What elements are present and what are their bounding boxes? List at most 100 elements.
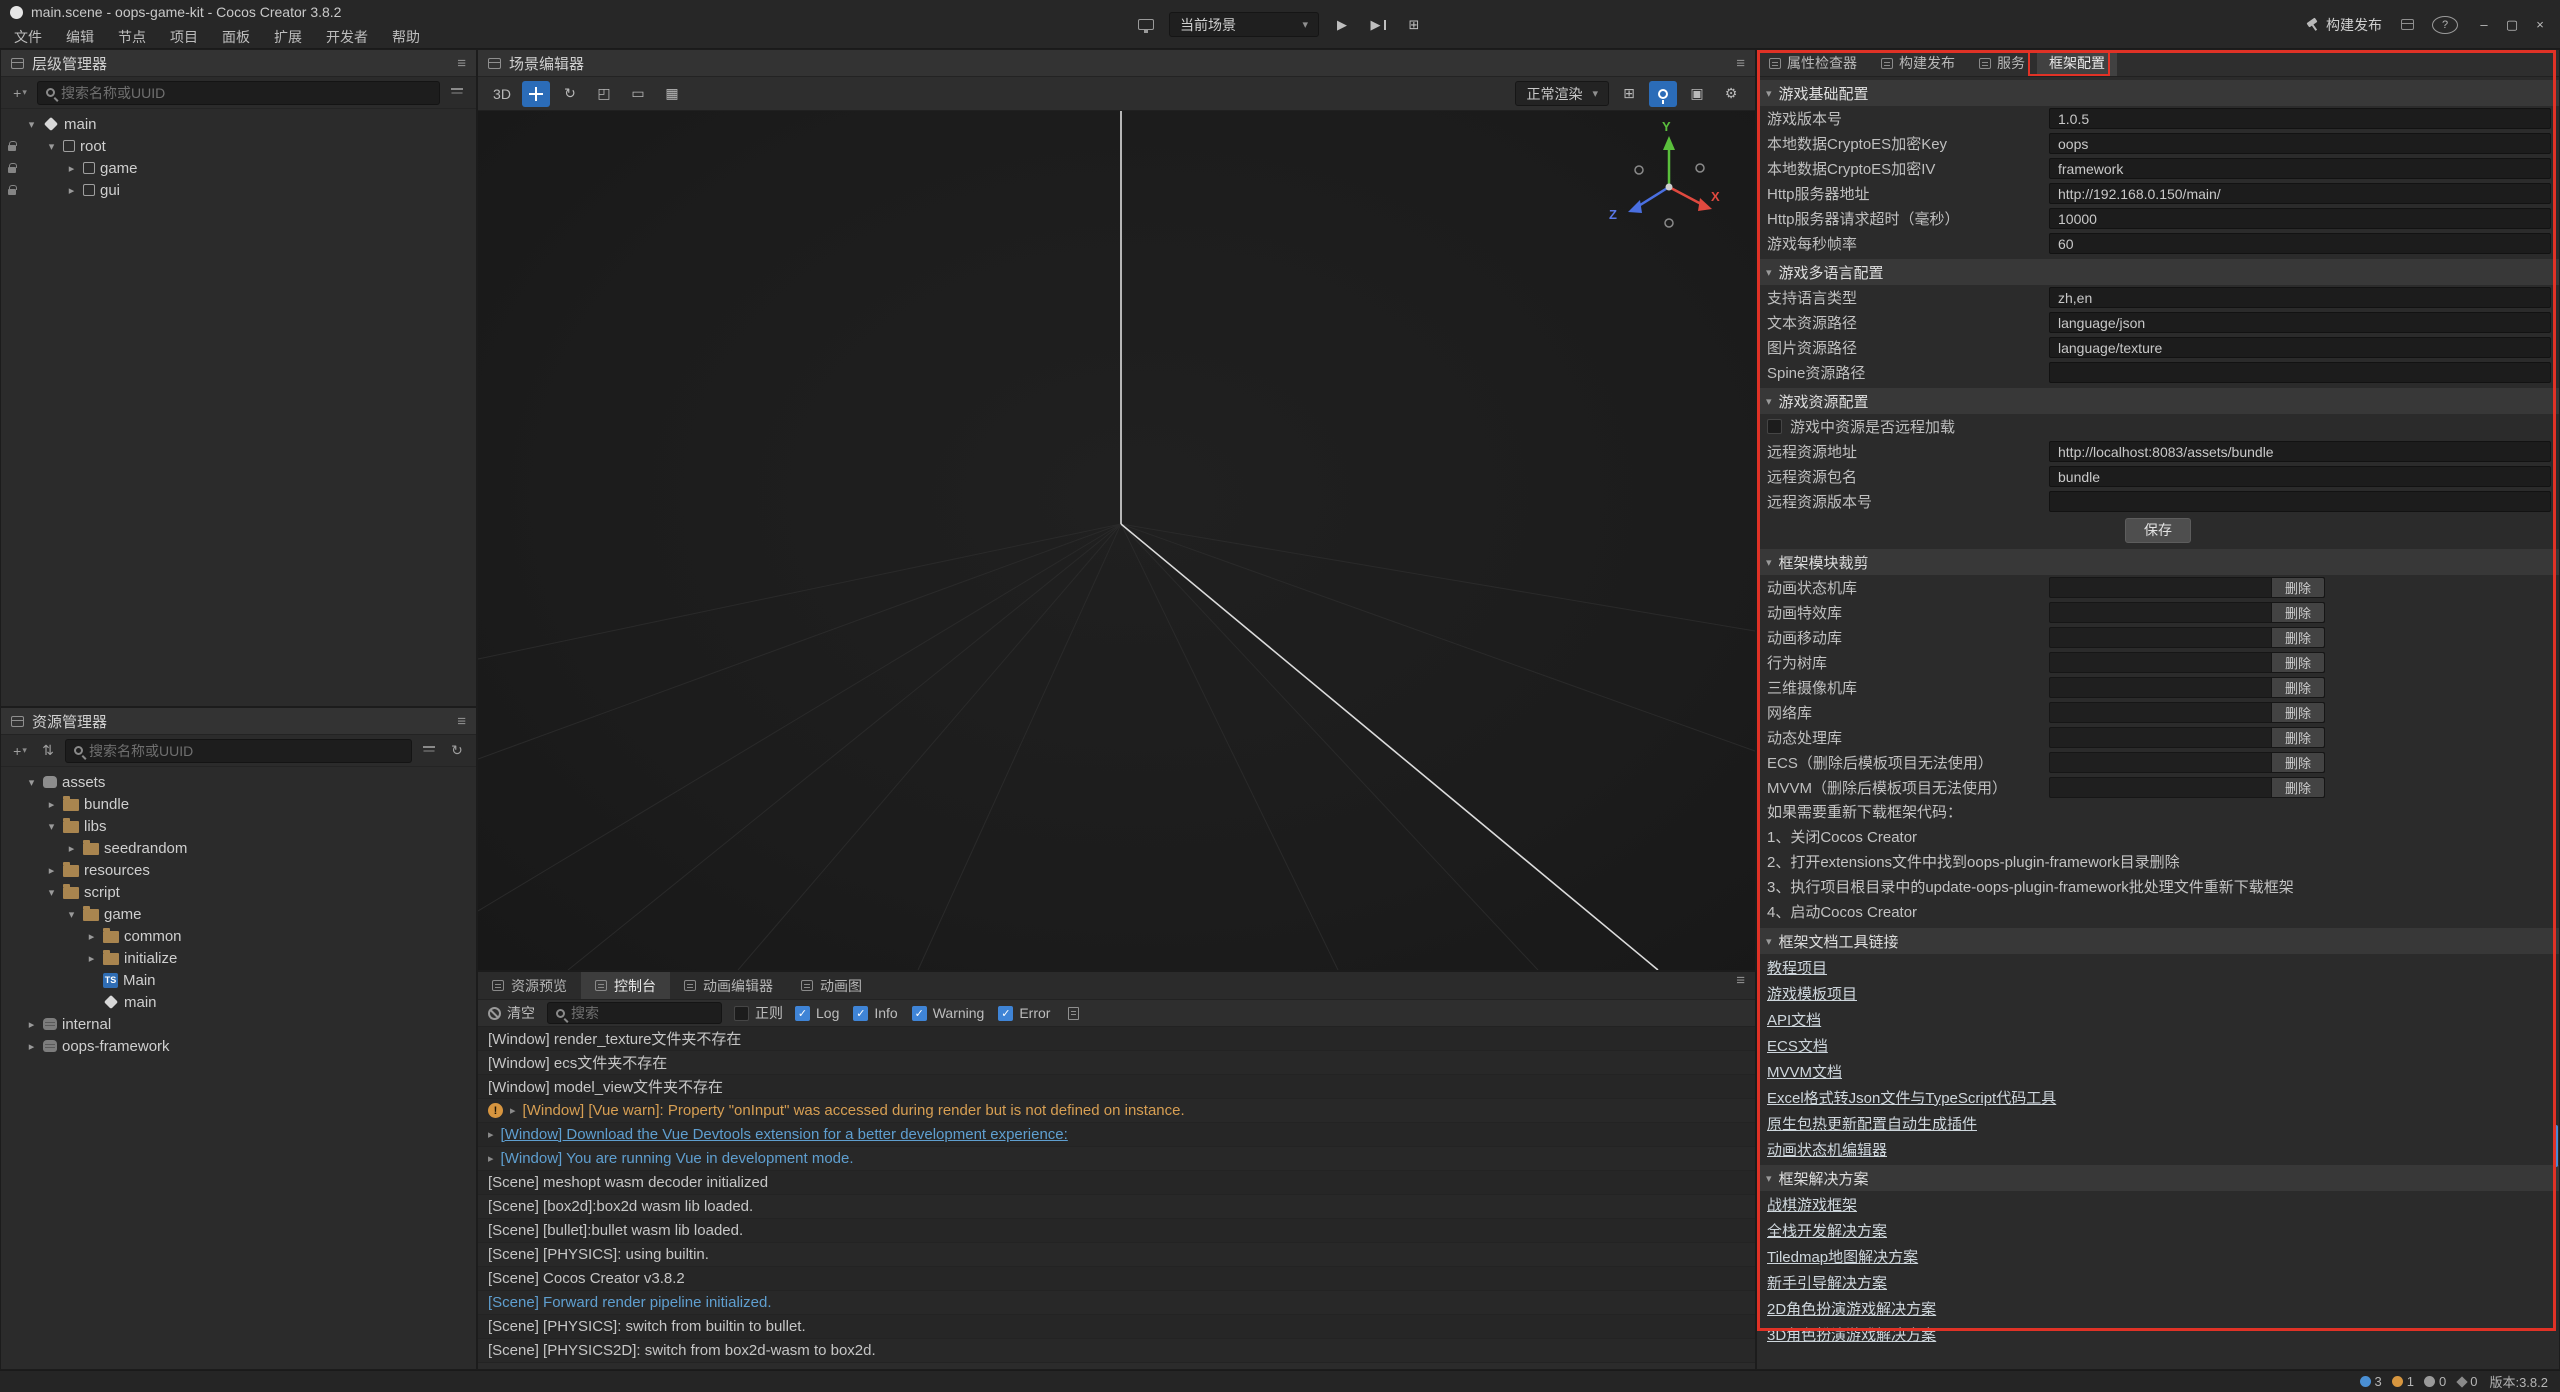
scale-tool-button[interactable]: ◰	[590, 81, 618, 107]
log-row[interactable]: [Scene] [PHYSICS]: using builtin.	[478, 1243, 1755, 1267]
expand-arrow-icon[interactable]	[65, 842, 78, 855]
filter-checkbox[interactable]	[853, 1006, 868, 1021]
preview-target-button[interactable]	[1133, 13, 1159, 37]
config-input[interactable]	[2049, 337, 2551, 358]
config-input[interactable]	[2049, 233, 2551, 254]
mode-3d-button[interactable]: 3D	[488, 81, 516, 107]
filter-checkbox[interactable]	[998, 1006, 1013, 1021]
config-input[interactable]	[2049, 491, 2551, 512]
delete-module-button[interactable]: 删除	[2271, 728, 2324, 747]
gear-icon[interactable]: ⚙	[1717, 81, 1745, 107]
camera-settings-button[interactable]: ▣	[1683, 81, 1711, 107]
log-filter-toggle[interactable]: Warning	[912, 1005, 985, 1021]
asset-row[interactable]: initialize	[1, 947, 476, 969]
section-header[interactable]: ▾ 游戏资源配置	[1757, 388, 2559, 414]
filter-button[interactable]	[418, 740, 440, 762]
inspector-tab[interactable]: 属性检查器	[1757, 50, 1869, 76]
panel-menu-icon[interactable]: ≡	[1736, 55, 1745, 72]
log-row[interactable]: [Window] render_texture文件夹不存在	[478, 1027, 1755, 1051]
solution-link[interactable]: 3D角色扮演游戏解决方案	[1767, 1324, 1936, 1345]
doc-link[interactable]: API文档	[1767, 1009, 1821, 1030]
log-row[interactable]: [Window] ecs文件夹不存在	[478, 1051, 1755, 1075]
log-expand-arrow[interactable]: ▸	[488, 1152, 494, 1165]
config-input[interactable]	[2049, 466, 2551, 487]
task-count-badge[interactable]: 0	[2458, 1374, 2477, 1389]
filter-checkbox[interactable]	[795, 1006, 810, 1021]
console-tab[interactable]: 动画编辑器	[670, 972, 787, 999]
expand-arrow-icon[interactable]	[45, 820, 58, 833]
menu-item[interactable]: 开发者	[314, 24, 380, 49]
config-input[interactable]	[2049, 133, 2551, 154]
hierarchy-node-row[interactable]: gui	[1, 179, 476, 201]
asset-row[interactable]: internal	[1, 1013, 476, 1035]
menu-item[interactable]: 文件	[2, 24, 54, 49]
scrollbar-thumb[interactable]	[2554, 1125, 2558, 1167]
menu-item[interactable]: 面板	[210, 24, 262, 49]
asset-row[interactable]: common	[1, 925, 476, 947]
expand-arrow-icon[interactable]	[45, 864, 58, 877]
menu-item[interactable]: 编辑	[54, 24, 106, 49]
delete-module-button[interactable]: 删除	[2271, 753, 2324, 772]
filter-checkbox[interactable]	[912, 1006, 927, 1021]
lock-icon[interactable]	[8, 189, 16, 195]
delete-module-button[interactable]: 删除	[2271, 578, 2324, 597]
move-tool-button[interactable]	[522, 81, 550, 107]
scene-viewport[interactable]: Y X Z	[478, 111, 1755, 970]
lock-icon[interactable]	[8, 145, 16, 151]
render-mode-dropdown[interactable]: 正常渲染 ▾	[1515, 81, 1609, 106]
maximize-button[interactable]: ▢	[2498, 13, 2526, 37]
section-header[interactable]: ▾ 游戏多语言配置	[1757, 259, 2559, 285]
log-row[interactable]: ▸ [Window] You are running Vue in develo…	[478, 1147, 1755, 1171]
expand-arrow-icon[interactable]	[25, 776, 38, 789]
expand-arrow-icon[interactable]	[65, 184, 78, 197]
layout-grid-button[interactable]: ⊞	[1401, 13, 1427, 37]
grid-toggle-button[interactable]: ⊞	[1615, 81, 1643, 107]
delete-module-button[interactable]: 删除	[2271, 653, 2324, 672]
log-row[interactable]: ▸ [Window] Download the Vue Devtools ext…	[478, 1123, 1755, 1147]
rotate-tool-button[interactable]: ↻	[556, 81, 584, 107]
log-filter-toggle[interactable]: Log	[795, 1005, 839, 1021]
log-expand-arrow[interactable]: ▸	[510, 1104, 516, 1117]
solution-link[interactable]: Tiledmap地图解决方案	[1767, 1246, 1918, 1267]
open-log-file-button[interactable]	[1062, 1002, 1084, 1024]
step-button[interactable]: ▶	[1365, 13, 1391, 37]
remote-load-checkbox[interactable]	[1767, 419, 1782, 434]
config-input[interactable]	[2049, 362, 2551, 383]
delete-module-button[interactable]: 删除	[2271, 678, 2324, 697]
solution-link[interactable]: 战棋游戏框架	[1767, 1194, 1857, 1215]
solution-link[interactable]: 新手引导解决方案	[1767, 1272, 1887, 1293]
delete-module-button[interactable]: 删除	[2271, 628, 2324, 647]
section-header[interactable]: ▾ 框架文档工具链接	[1757, 928, 2559, 954]
assets-search-input[interactable]	[89, 743, 403, 759]
expand-arrow-icon[interactable]	[65, 908, 78, 921]
asset-row[interactable]: main	[1, 991, 476, 1013]
play-button[interactable]: ▶	[1329, 13, 1355, 37]
asset-row[interactable]: script	[1, 881, 476, 903]
solution-link[interactable]: 全栈开发解决方案	[1767, 1220, 1887, 1241]
config-input[interactable]	[2049, 312, 2551, 333]
message-count-badge[interactable]: 3	[2360, 1374, 2382, 1389]
console-tab[interactable]: 动画图	[787, 972, 876, 999]
console-search-input[interactable]	[571, 1005, 713, 1021]
create-node-button[interactable]: +▾	[9, 82, 31, 104]
expand-arrow-icon[interactable]	[65, 162, 78, 175]
expand-arrow-icon[interactable]	[25, 1018, 38, 1031]
log-row[interactable]: [Scene] [PHYSICS]: switch from builtin t…	[478, 1315, 1755, 1339]
menu-item[interactable]: 项目	[158, 24, 210, 49]
build-publish-button[interactable]: 构建发布	[2305, 15, 2382, 35]
filter-button[interactable]	[446, 82, 468, 104]
config-input[interactable]	[2049, 158, 2551, 179]
doc-link[interactable]: Excel格式转Json文件与TypeScript代码工具	[1767, 1087, 2056, 1108]
save-button[interactable]: 保存	[2125, 518, 2191, 543]
log-filter-toggle[interactable]: Error	[998, 1005, 1050, 1021]
regex-checkbox[interactable]	[734, 1006, 749, 1021]
doc-link[interactable]: MVVM文档	[1767, 1061, 1842, 1082]
log-row[interactable]: [Scene] Forward render pipeline initiali…	[478, 1291, 1755, 1315]
light-toggle-button[interactable]	[1649, 81, 1677, 107]
expand-arrow-icon[interactable]	[45, 798, 58, 811]
expand-arrow-icon[interactable]	[25, 1040, 38, 1053]
log-row[interactable]: [Scene] Cocos Creator v3.8.2	[478, 1267, 1755, 1291]
config-input[interactable]	[2049, 208, 2551, 229]
hierarchy-search-input[interactable]	[61, 85, 431, 101]
panel-menu-icon[interactable]: ≡	[457, 55, 466, 72]
